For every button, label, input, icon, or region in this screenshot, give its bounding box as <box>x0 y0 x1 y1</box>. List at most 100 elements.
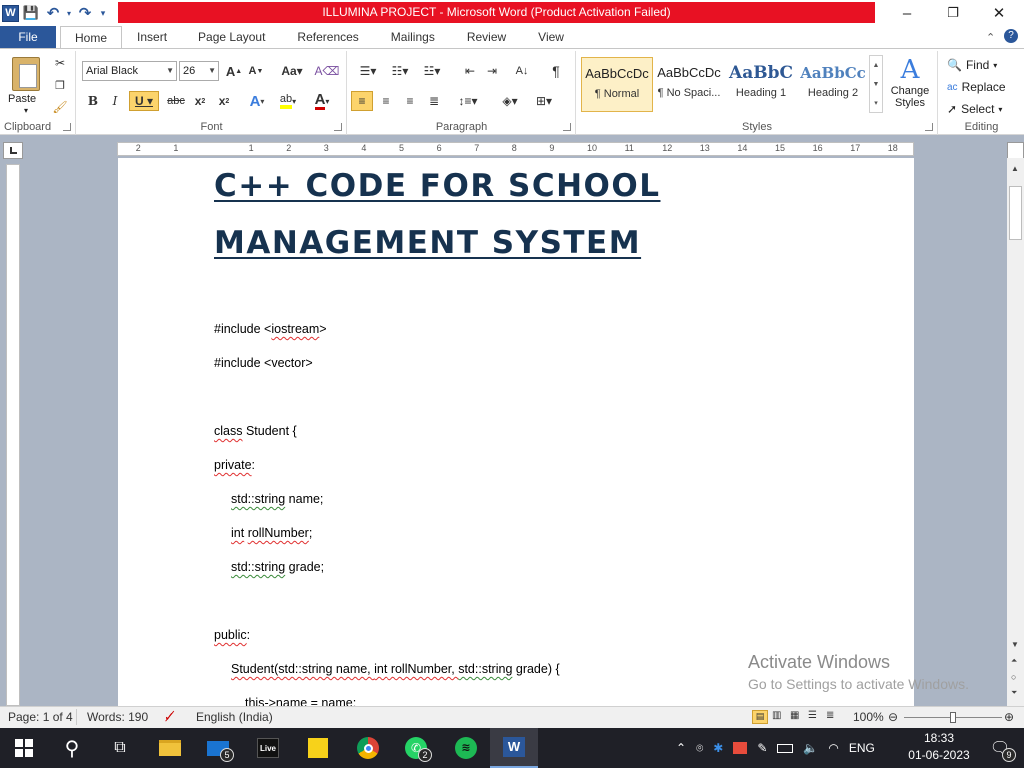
align-right-icon[interactable]: ≡ <box>399 91 421 111</box>
bullets-icon[interactable]: ☰▾ <box>354 61 382 81</box>
paste-icon[interactable] <box>12 57 40 91</box>
paste-button[interactable]: Paste <box>8 93 36 105</box>
save-icon[interactable]: 💾 <box>21 3 41 23</box>
outline-icon[interactable]: ☰ <box>808 710 817 721</box>
code-line-constructor[interactable]: Student(std::string name, int rollNumber… <box>231 662 560 676</box>
italic-icon[interactable]: I <box>105 91 125 111</box>
view-ruler-toggle[interactable] <box>1007 142 1024 159</box>
numbering-icon[interactable]: ☷▾ <box>386 61 414 81</box>
font-size-select[interactable]: 26 ▼ <box>179 61 219 81</box>
code-line-this-name[interactable]: this->name = name; <box>245 696 356 706</box>
increase-indent-icon[interactable]: ⇥ <box>482 61 502 81</box>
wifi-icon[interactable]: ◠ <box>828 741 838 755</box>
code-line-grade[interactable]: std::string grade; <box>231 560 324 574</box>
language-tray[interactable]: ENG <box>849 741 875 755</box>
vertical-scrollbar[interactable]: ▲ ▼ ⏶ ○ ⏷ <box>1007 158 1024 706</box>
line-spacing-icon[interactable]: ↕≡▾ <box>454 91 482 111</box>
grow-font-icon[interactable]: A ▲ <box>225 61 243 81</box>
restore-button[interactable]: ❐ <box>930 0 976 26</box>
help-icon[interactable]: ? <box>1004 29 1018 43</box>
tab-mailings[interactable]: Mailings <box>375 26 451 49</box>
code-line-private[interactable]: private: <box>214 458 255 472</box>
code-line-include-iostream[interactable]: #include <iostream> <box>214 322 327 336</box>
undo-icon[interactable]: ↶ <box>43 3 63 23</box>
cut-icon[interactable]: ✂ <box>50 53 70 73</box>
chrome-icon[interactable] <box>344 728 392 768</box>
code-line-name[interactable]: std::string name; <box>231 492 323 506</box>
style-heading-2[interactable]: AaBbCc Heading 2 <box>797 57 869 112</box>
subscript-icon[interactable]: x2 <box>189 91 211 111</box>
justify-icon[interactable]: ≣ <box>423 91 445 111</box>
tab-references[interactable]: References <box>281 26 374 49</box>
align-left-icon[interactable]: ≡ <box>351 91 373 111</box>
word-taskbar-icon[interactable]: W <box>490 728 538 768</box>
font-family-select[interactable]: Arial Black ▼ <box>82 61 177 81</box>
clock[interactable]: 18:33 01-06-2023 <box>906 731 972 762</box>
sort-icon[interactable]: A↓ <box>512 61 532 81</box>
styles-scroll[interactable]: ▲ ▼ ▾ <box>869 55 883 113</box>
mail-icon[interactable]: 5 <box>194 728 242 768</box>
start-windows-icon[interactable] <box>0 728 48 768</box>
next-page-icon[interactable]: ⏷ <box>1011 688 1017 698</box>
tab-view[interactable]: View <box>522 26 580 49</box>
close-button[interactable]: ✕ <box>976 0 1022 26</box>
show-hidden-icons[interactable]: ⌃ <box>676 741 686 755</box>
shrink-font-icon[interactable]: A ▼ <box>247 61 265 81</box>
full-screen-reading-icon[interactable]: ▥ <box>772 710 781 721</box>
decrease-indent-icon[interactable]: ⇤ <box>460 61 480 81</box>
style-normal[interactable]: AaBbCcDc ¶ Normal <box>581 57 653 112</box>
document-area[interactable]: C++ CODE FOR SCHOOL MANAGEMENT SYSTEM #i… <box>24 158 1007 706</box>
styles-launcher-icon[interactable] <box>925 123 933 131</box>
draft-icon[interactable]: ≣ <box>826 710 834 721</box>
volume-icon[interactable]: 🔈 <box>803 741 818 755</box>
live-app-icon[interactable]: Live <box>244 728 292 768</box>
collapse-ribbon-icon[interactable]: ⌃ <box>986 31 995 44</box>
bluetooth-icon[interactable]: ✱ <box>713 741 723 755</box>
select-button[interactable]: ➚ Select ▾ <box>947 99 1002 119</box>
copy-icon[interactable]: ❐ <box>50 75 70 95</box>
document-heading-line-2[interactable]: MANAGEMENT SYSTEM <box>214 225 641 261</box>
font-launcher-icon[interactable] <box>334 123 342 131</box>
zoom-in-icon[interactable]: ⊕ <box>1004 710 1014 724</box>
spotify-icon[interactable]: ≋ <box>442 728 490 768</box>
redo-icon[interactable]: ↷ <box>75 3 95 23</box>
word-logo-icon[interactable]: W <box>2 4 19 22</box>
multilevel-list-icon[interactable]: ☳▾ <box>418 61 446 81</box>
zoom-slider-thumb[interactable] <box>950 712 956 723</box>
strikethrough-icon[interactable]: abc <box>165 91 187 111</box>
language-indicator[interactable]: English (India) <box>196 710 273 724</box>
meet-now-icon[interactable]: ⌾ <box>696 741 703 756</box>
task-view-icon[interactable]: ⧉ <box>96 728 144 768</box>
document-heading-line-1[interactable]: C++ CODE FOR SCHOOL <box>214 168 660 204</box>
minimize-button[interactable]: – <box>884 0 930 26</box>
paragraph-launcher-icon[interactable] <box>563 123 571 131</box>
format-painter-icon[interactable]: 🖌 <box>50 97 70 117</box>
browse-object-icon[interactable]: ○ <box>1011 672 1016 682</box>
tab-file[interactable]: File <box>0 26 56 49</box>
notifications-icon[interactable]: 🗨 9 <box>976 728 1024 768</box>
zoom-slider[interactable] <box>904 712 1002 723</box>
search-icon[interactable]: ⚲ <box>48 728 96 768</box>
zoom-out-icon[interactable]: ⊖ <box>888 710 898 724</box>
clipboard-launcher-icon[interactable] <box>63 123 71 131</box>
align-center-icon[interactable]: ≡ <box>375 91 397 111</box>
zoom-level[interactable]: 100% <box>853 710 884 724</box>
word-count[interactable]: Words: 190 <box>87 710 148 724</box>
paste-dropdown-icon[interactable]: ▾ <box>24 106 28 115</box>
tab-insert[interactable]: Insert <box>122 26 182 49</box>
text-effects-icon[interactable]: A ▾ <box>245 91 269 111</box>
shading-icon[interactable]: ◈▾ <box>496 91 524 111</box>
change-case-icon[interactable]: Aa▾ <box>279 61 305 81</box>
web-layout-icon[interactable]: ▦ <box>790 710 799 721</box>
file-explorer-icon[interactable] <box>146 728 194 768</box>
tab-page-layout[interactable]: Page Layout <box>182 26 281 49</box>
style-heading-1[interactable]: AaBbC Heading 1 <box>725 57 797 112</box>
whatsapp-icon[interactable]: ✆ 2 <box>392 728 440 768</box>
tab-home[interactable]: Home <box>60 26 123 50</box>
show-formatting-icon[interactable]: ¶ <box>546 61 566 81</box>
highlight-color-icon[interactable]: ab ▾ <box>275 91 301 111</box>
font-color-icon[interactable]: A ▾ <box>309 91 335 111</box>
sticky-notes-icon[interactable] <box>294 728 342 768</box>
replace-button[interactable]: ac Replace <box>947 77 1006 97</box>
scroll-down-icon[interactable]: ▼ <box>1011 640 1019 649</box>
